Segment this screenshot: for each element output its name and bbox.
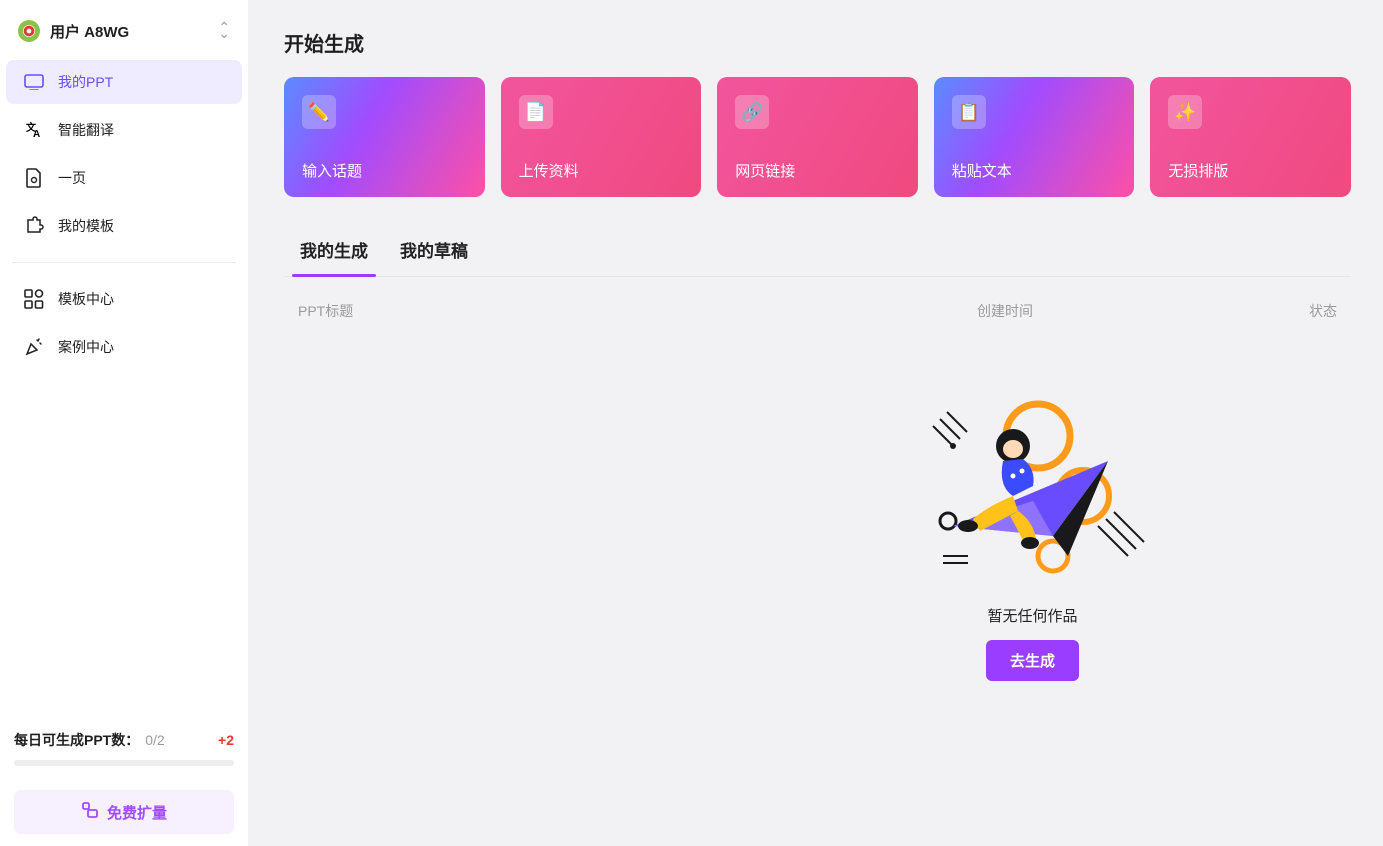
- card-web-link[interactable]: 🔗 网页链接: [717, 77, 918, 197]
- translate-icon: 文A: [24, 120, 44, 140]
- user-name: 用户 A8WG: [50, 21, 208, 42]
- user-menu[interactable]: 用户 A8WG ⌃⌄: [0, 0, 248, 58]
- quota-value: 0/2: [145, 732, 164, 748]
- card-label: 上传资料: [519, 160, 684, 181]
- empty-text: 暂无任何作品: [987, 605, 1077, 626]
- card-paste-text[interactable]: 📋 粘贴文本: [934, 77, 1135, 197]
- col-create-time: 创建时间: [977, 301, 1237, 321]
- expand-label: 免费扩量: [107, 802, 167, 823]
- col-status: 状态: [1237, 301, 1337, 321]
- slides-icon: [24, 74, 44, 90]
- quota-plus[interactable]: +2: [218, 732, 234, 748]
- tab-my-generations[interactable]: 我的生成: [298, 231, 370, 276]
- sidebar-item-label: 智能翻译: [58, 120, 114, 140]
- sidebar-item-label: 一页: [58, 168, 86, 188]
- grid-icon: [24, 289, 44, 309]
- link-icon: 🔗: [735, 95, 769, 129]
- section-title: 开始生成: [284, 28, 1351, 57]
- avatar: [18, 20, 40, 42]
- pencil-icon: ✏️: [302, 95, 336, 129]
- card-input-topic[interactable]: ✏️ 输入话题: [284, 77, 485, 197]
- quota-progress: [14, 760, 234, 766]
- card-label: 粘贴文本: [952, 160, 1117, 181]
- chevron-updown-icon: ⌃⌄: [218, 23, 230, 39]
- card-label: 网页链接: [735, 160, 900, 181]
- table-header: PPT标题 创建时间 状态: [284, 277, 1351, 331]
- sidebar-item-label: 我的PPT: [58, 72, 113, 92]
- sidebar-item-translate[interactable]: 文A 智能翻译: [6, 108, 242, 152]
- card-lossless-layout[interactable]: ✨ 无损排版: [1150, 77, 1351, 197]
- page-icon: [24, 168, 44, 188]
- sidebar-item-label: 我的模板: [58, 216, 114, 236]
- sidebar-item-case-center[interactable]: 案例中心: [6, 325, 242, 369]
- card-upload[interactable]: 📄 上传资料: [501, 77, 702, 197]
- sidebar: 用户 A8WG ⌃⌄ 我的PPT 文A 智能翻译 一页 我的模板 模板中心: [0, 0, 248, 846]
- sidebar-item-one-page[interactable]: 一页: [6, 156, 242, 200]
- svg-text:A: A: [33, 129, 40, 140]
- clipboard-icon: 📋: [952, 95, 986, 129]
- puzzle-icon: [24, 216, 44, 236]
- tab-my-drafts[interactable]: 我的草稿: [398, 231, 470, 276]
- empty-illustration: [918, 391, 1148, 581]
- sidebar-item-label: 案例中心: [58, 337, 114, 357]
- empty-state: 暂无任何作品 去生成: [284, 331, 1351, 826]
- expand-icon: [81, 801, 99, 823]
- sidebar-item-my-ppt[interactable]: 我的PPT: [6, 60, 242, 104]
- quota-row: 每日可生成PPT数： 0/2 +2: [0, 730, 248, 760]
- sidebar-item-template-center[interactable]: 模板中心: [6, 277, 242, 321]
- main: 开始生成 ✏️ 输入话题 📄 上传资料 🔗 网页链接 📋 粘贴文本 ✨ 无损排版…: [248, 0, 1383, 846]
- divider: [12, 262, 236, 263]
- free-expand-button[interactable]: 免费扩量: [14, 790, 234, 834]
- card-label: 输入话题: [302, 160, 467, 181]
- quota-label: 每日可生成PPT数：: [14, 730, 139, 750]
- tabs: 我的生成 我的草稿: [284, 231, 1351, 277]
- card-label: 无损排版: [1168, 160, 1333, 181]
- sidebar-item-my-templates[interactable]: 我的模板: [6, 204, 242, 248]
- sparkle-icon: ✨: [1168, 95, 1202, 129]
- file-icon: 📄: [519, 95, 553, 129]
- generate-cards: ✏️ 输入话题 📄 上传资料 🔗 网页链接 📋 粘贴文本 ✨ 无损排版: [284, 77, 1351, 197]
- go-generate-button[interactable]: 去生成: [986, 640, 1079, 681]
- col-ppt-title: PPT标题: [298, 301, 977, 321]
- sidebar-item-label: 模板中心: [58, 289, 114, 309]
- party-icon: [24, 337, 44, 357]
